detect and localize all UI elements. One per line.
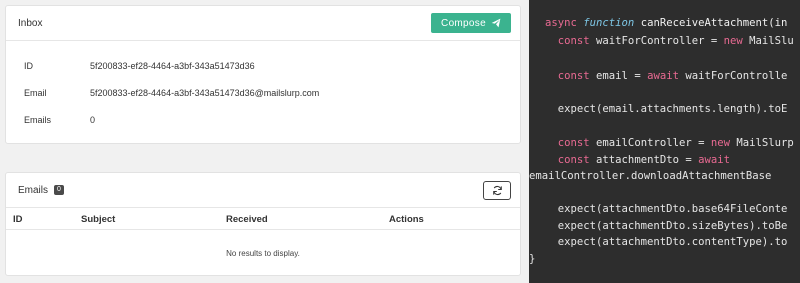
code-line: const waitForController = new MailSlu	[557, 35, 794, 47]
code-line: expect(email.attachments.length).toE	[545, 103, 788, 115]
code-panel: async function canReceiveAttachment(in c…	[529, 0, 800, 283]
inbox-card: Inbox Compose ID 5f200833-ef28-4464-a3bf…	[5, 5, 521, 144]
code-keyword: new	[710, 137, 737, 149]
inbox-header: Inbox Compose	[6, 6, 520, 41]
code-text: canReceiveAttachment(in	[640, 17, 788, 29]
code-keyword: const	[557, 154, 597, 166]
emails-title: Emails	[18, 184, 49, 196]
paper-plane-icon	[491, 18, 501, 28]
code-keyword: const	[557, 70, 597, 82]
field-value: 5f200833-ef28-4464-a3bf-343a51473d36@mai…	[90, 88, 320, 98]
code-line: const emailController = new MailSlurp	[557, 137, 794, 149]
emails-title-group: Emails 0	[18, 185, 64, 196]
inbox-title: Inbox	[18, 17, 43, 29]
code-keyword: await	[698, 154, 730, 166]
empty-state: No results to display.	[226, 249, 300, 258]
emails-header: Emails 0	[6, 173, 520, 208]
refresh-button[interactable]	[483, 180, 511, 200]
refresh-icon	[492, 185, 502, 195]
code-keyword: await	[647, 70, 686, 82]
field-label: Email	[24, 88, 47, 98]
code-keyword: const	[557, 137, 597, 149]
email-count-badge: 0	[54, 185, 64, 195]
field-label: Emails	[24, 115, 52, 125]
column-id[interactable]: ID	[13, 214, 23, 225]
compose-button[interactable]: Compose	[431, 13, 511, 33]
compose-label: Compose	[441, 17, 486, 29]
code-line: expect(attachmentDto.base64FileConte	[545, 203, 788, 215]
field-value: 0	[90, 115, 96, 125]
main-panel: Inbox Compose ID 5f200833-ef28-4464-a3bf…	[0, 0, 528, 283]
code-line: emailController.downloadAttachmentBase	[529, 170, 772, 182]
code-line: async function canReceiveAttachment(in	[545, 17, 787, 29]
emails-card: Emails 0 ID Subject Received Actions No …	[5, 172, 521, 276]
code-line: expect(attachmentDto.contentType).to	[545, 236, 788, 248]
column-received[interactable]: Received	[226, 214, 268, 225]
code-line: }	[529, 253, 536, 265]
column-actions[interactable]: Actions	[389, 214, 424, 225]
code-line: expect(attachmentDto.sizeBytes).toBe	[545, 220, 788, 232]
code-keyword: const	[557, 35, 597, 47]
code-keyword: async	[545, 17, 584, 29]
field-label: ID	[24, 61, 33, 71]
code-keyword: new	[723, 35, 750, 47]
field-value: 5f200833-ef28-4464-a3bf-343a51473d36	[90, 61, 255, 71]
column-subject[interactable]: Subject	[81, 214, 115, 225]
code-line: const attachmentDto = await	[557, 154, 730, 166]
table-header: ID Subject Received Actions	[6, 208, 520, 230]
code-line: const email = await waitForControlle	[557, 70, 788, 82]
code-keyword: function	[583, 17, 641, 29]
